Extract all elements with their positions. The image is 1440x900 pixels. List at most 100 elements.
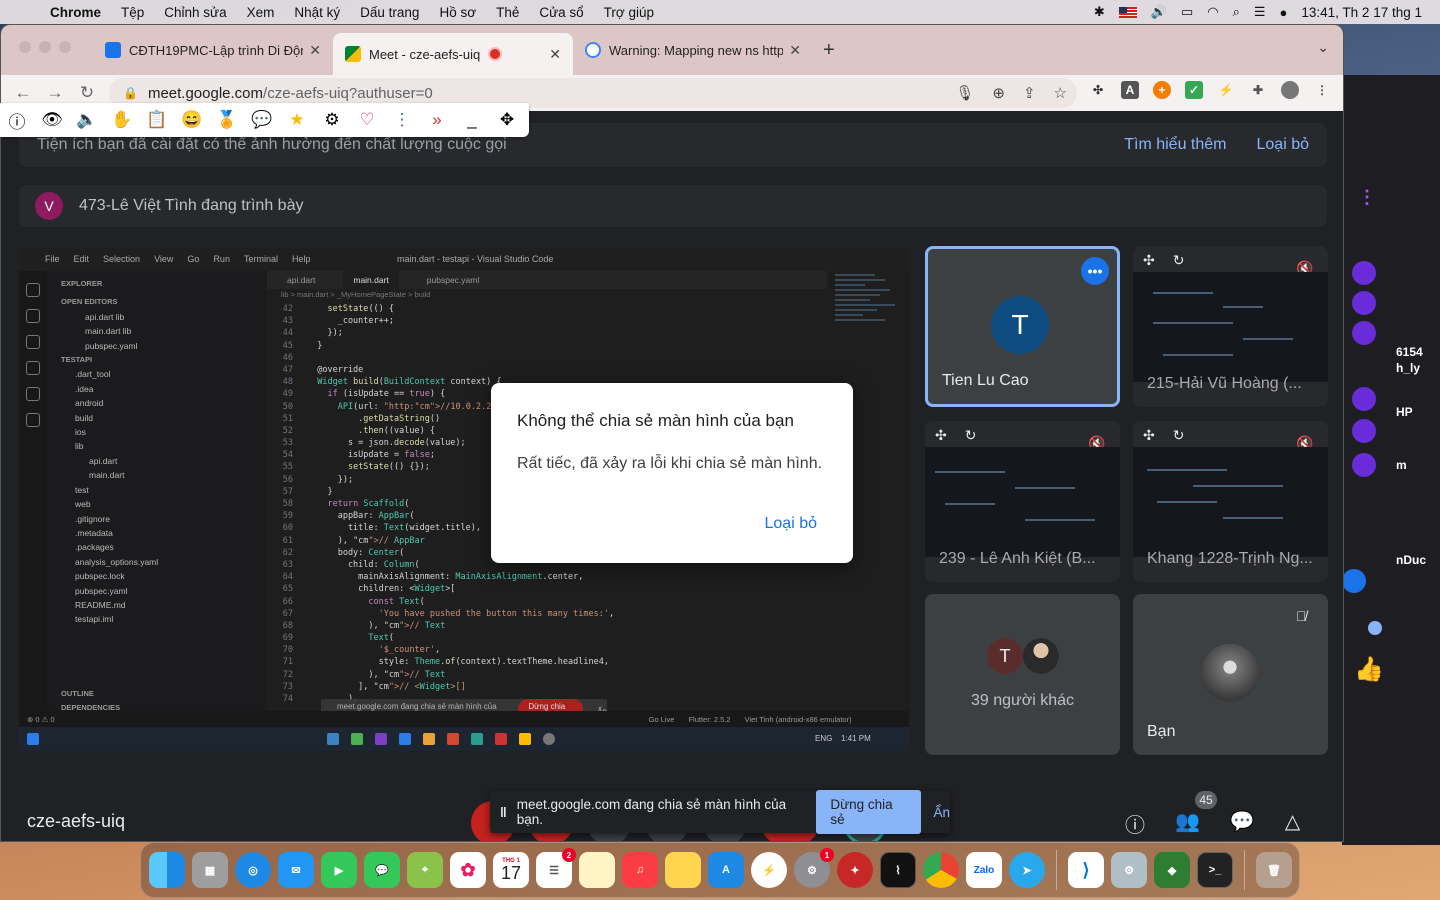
reload-icon[interactable]: ↻ bbox=[71, 83, 103, 103]
input-source-flag-icon[interactable] bbox=[1118, 6, 1137, 18]
menu-profiles[interactable]: Hồ sơ bbox=[429, 5, 486, 20]
menu-view[interactable]: Xem bbox=[237, 5, 285, 20]
stop-sharing-button[interactable]: Dừng chia sẻ bbox=[816, 790, 922, 834]
people-icon[interactable]: 👥 bbox=[1175, 809, 1200, 838]
settings-gear-icon[interactable]: ⚙ bbox=[321, 110, 343, 130]
menu-clock[interactable]: 13:41, Th 2 17 thg 1 bbox=[1301, 5, 1422, 20]
refresh-icon[interactable]: ↻ bbox=[1173, 427, 1185, 444]
extensions-puzzle-icon[interactable]: ✚ bbox=[1249, 81, 1267, 99]
app-store-icon[interactable]: A bbox=[708, 852, 744, 888]
learn-more-link[interactable]: Tìm hiểu thêm bbox=[1124, 136, 1226, 154]
extension-shield-icon[interactable]: ✓ bbox=[1185, 81, 1203, 99]
launchpad-icon[interactable]: ▦ bbox=[192, 852, 228, 888]
kebab-menu-icon[interactable]: ⋮ bbox=[391, 110, 413, 130]
microphone-icon[interactable]: 🎙 bbox=[955, 84, 974, 102]
menu-help[interactable]: Trợ giúp bbox=[594, 5, 664, 20]
menu-tab[interactable]: Thẻ bbox=[486, 5, 529, 20]
extension-lightning-icon[interactable]: ⚡ bbox=[1217, 81, 1235, 99]
participant-tile[interactable]: ✣ ↻ 🔇 239 - Lê Anh Kiệt (B... bbox=[925, 421, 1120, 582]
banner-dismiss-button[interactable]: Loại bỏ bbox=[1257, 136, 1310, 154]
zoom-icon[interactable]: ⊕ bbox=[992, 84, 1005, 102]
move-icon[interactable]: ✣ bbox=[1143, 252, 1155, 269]
menu-history[interactable]: Nhật ký bbox=[284, 5, 350, 20]
trash-icon[interactable]: 🗑 bbox=[1256, 852, 1292, 888]
volume-icon[interactable]: 🔊 bbox=[1151, 4, 1167, 20]
extension-orange-icon[interactable]: + bbox=[1153, 81, 1171, 99]
tab-classroom[interactable]: CĐTH19PMC-Lập trình Di Động ✕ bbox=[93, 33, 333, 67]
close-tab-icon[interactable]: ✕ bbox=[543, 46, 561, 63]
move-arrows-icon[interactable]: ✥ bbox=[496, 110, 518, 130]
dialog-dismiss-button[interactable]: Loại bỏ bbox=[765, 515, 818, 533]
facetime-icon[interactable]: ▶ bbox=[321, 852, 357, 888]
emoji-icon[interactable]: 😄 bbox=[181, 110, 203, 130]
telegram-icon[interactable]: ➤ bbox=[1009, 852, 1045, 888]
mail-icon[interactable]: ✉ bbox=[278, 852, 314, 888]
meeting-info-icon[interactable]: ⓘ bbox=[1125, 809, 1145, 838]
tab-google-warning[interactable]: Warning: Mapping new ns http: ✕ bbox=[573, 33, 813, 67]
minimize-icon[interactable]: _ bbox=[461, 110, 483, 130]
participant-tile[interactable]: ••• T Tien Lu Cao bbox=[925, 246, 1120, 407]
compass-app-icon[interactable]: ✦ bbox=[837, 852, 873, 888]
refresh-icon[interactable]: ↻ bbox=[1173, 252, 1185, 269]
calendar-icon[interactable]: THG 1 17 bbox=[493, 852, 529, 888]
messages-icon[interactable]: 💬 bbox=[364, 852, 400, 888]
share-icon[interactable]: ⇪ bbox=[1023, 84, 1036, 102]
control-center-icon[interactable]: ☰ bbox=[1254, 4, 1266, 20]
chat-bubble-icon[interactable]: 💬 bbox=[251, 110, 273, 130]
preferences-gear-icon[interactable]: ⚙ bbox=[1111, 852, 1147, 888]
back-icon[interactable]: ← bbox=[7, 83, 39, 103]
activity-monitor-icon[interactable]: ⌇ bbox=[880, 852, 916, 888]
eye-icon[interactable]: 👁 bbox=[41, 110, 63, 130]
lock-icon[interactable]: 🔒 bbox=[123, 86, 138, 100]
chrome-menu-icon[interactable]: ⋮ bbox=[1313, 81, 1331, 99]
raise-hand-icon[interactable]: ✋ bbox=[111, 110, 133, 130]
menu-bookmarks[interactable]: Dấu trang bbox=[350, 5, 429, 20]
wifi-icon[interactable]: ◠ bbox=[1207, 4, 1218, 20]
safari-icon[interactable]: ◎ bbox=[235, 852, 271, 888]
heart-icon[interactable]: ♡ bbox=[356, 110, 378, 130]
drag-handle-icon[interactable]: ‖ bbox=[500, 805, 507, 820]
activities-icon[interactable]: △ bbox=[1285, 809, 1300, 838]
notes-icon[interactable]: 📋 bbox=[146, 110, 168, 130]
forward-icon[interactable]: → bbox=[39, 83, 71, 103]
minimize-window-button[interactable] bbox=[39, 41, 51, 53]
speaker-icon[interactable]: 🔈 bbox=[76, 110, 98, 130]
terminal-icon[interactable]: >_ bbox=[1197, 852, 1233, 888]
info-icon[interactable]: ⓘ bbox=[6, 108, 28, 133]
more-options-icon[interactable]: ••• bbox=[1081, 257, 1109, 285]
music-icon[interactable]: ♫ bbox=[622, 852, 658, 888]
system-preferences-icon[interactable]: ⚙ 1 bbox=[794, 848, 834, 888]
bookmark-star-icon[interactable]: ☆ bbox=[1054, 84, 1067, 102]
zalo-icon[interactable]: Zalo bbox=[966, 852, 1002, 888]
spotlight-search-icon[interactable]: ⌕ bbox=[1233, 4, 1240, 20]
star-icon[interactable]: ★ bbox=[286, 110, 308, 130]
profile-avatar[interactable] bbox=[1281, 81, 1299, 99]
expand-chevrons-icon[interactable]: » bbox=[426, 110, 448, 130]
battery-icon[interactable]: ▭ bbox=[1181, 4, 1193, 20]
self-tile[interactable]: 🎙̸ Bạn bbox=[1133, 594, 1328, 755]
bluetooth-icon[interactable]: ✱ bbox=[1094, 4, 1105, 20]
menu-edit[interactable]: Chỉnh sửa bbox=[154, 5, 236, 20]
close-tab-icon[interactable]: ✕ bbox=[303, 42, 321, 59]
tab-search-chevron-icon[interactable]: ⌄ bbox=[1317, 39, 1329, 56]
hide-share-bar-button[interactable]: Ẩn bbox=[933, 805, 950, 820]
menu-window[interactable]: Cửa sổ bbox=[529, 5, 593, 20]
award-icon[interactable]: 🏅 bbox=[216, 110, 238, 130]
finder-icon[interactable] bbox=[149, 852, 185, 888]
close-tab-icon[interactable]: ✕ bbox=[783, 42, 801, 59]
extension-cursor-icon[interactable]: ✣ bbox=[1089, 81, 1107, 99]
menu-file[interactable]: Tệp bbox=[111, 5, 154, 20]
chat-icon[interactable]: 💬 bbox=[1230, 809, 1255, 838]
vscode-icon[interactable]: ⟩ bbox=[1068, 852, 1104, 888]
notes-icon[interactable] bbox=[579, 852, 615, 888]
zoom-window-button[interactable] bbox=[59, 41, 71, 53]
participant-tile[interactable]: ✣ ↻ 🔇 Khang 1228-Trịnh Ng... bbox=[1133, 421, 1328, 582]
photos-icon[interactable]: ✿ bbox=[450, 852, 486, 888]
new-tab-icon[interactable]: + bbox=[823, 39, 835, 62]
maps-icon[interactable]: ⌖ bbox=[407, 852, 443, 888]
refresh-icon[interactable]: ↻ bbox=[965, 427, 977, 444]
tab-meet[interactable]: Meet - cze-aefs-uiq ✕ bbox=[333, 33, 573, 75]
messenger-icon[interactable]: ⚡ bbox=[751, 852, 787, 888]
chrome-icon[interactable] bbox=[923, 852, 959, 888]
close-window-button[interactable] bbox=[19, 41, 31, 53]
